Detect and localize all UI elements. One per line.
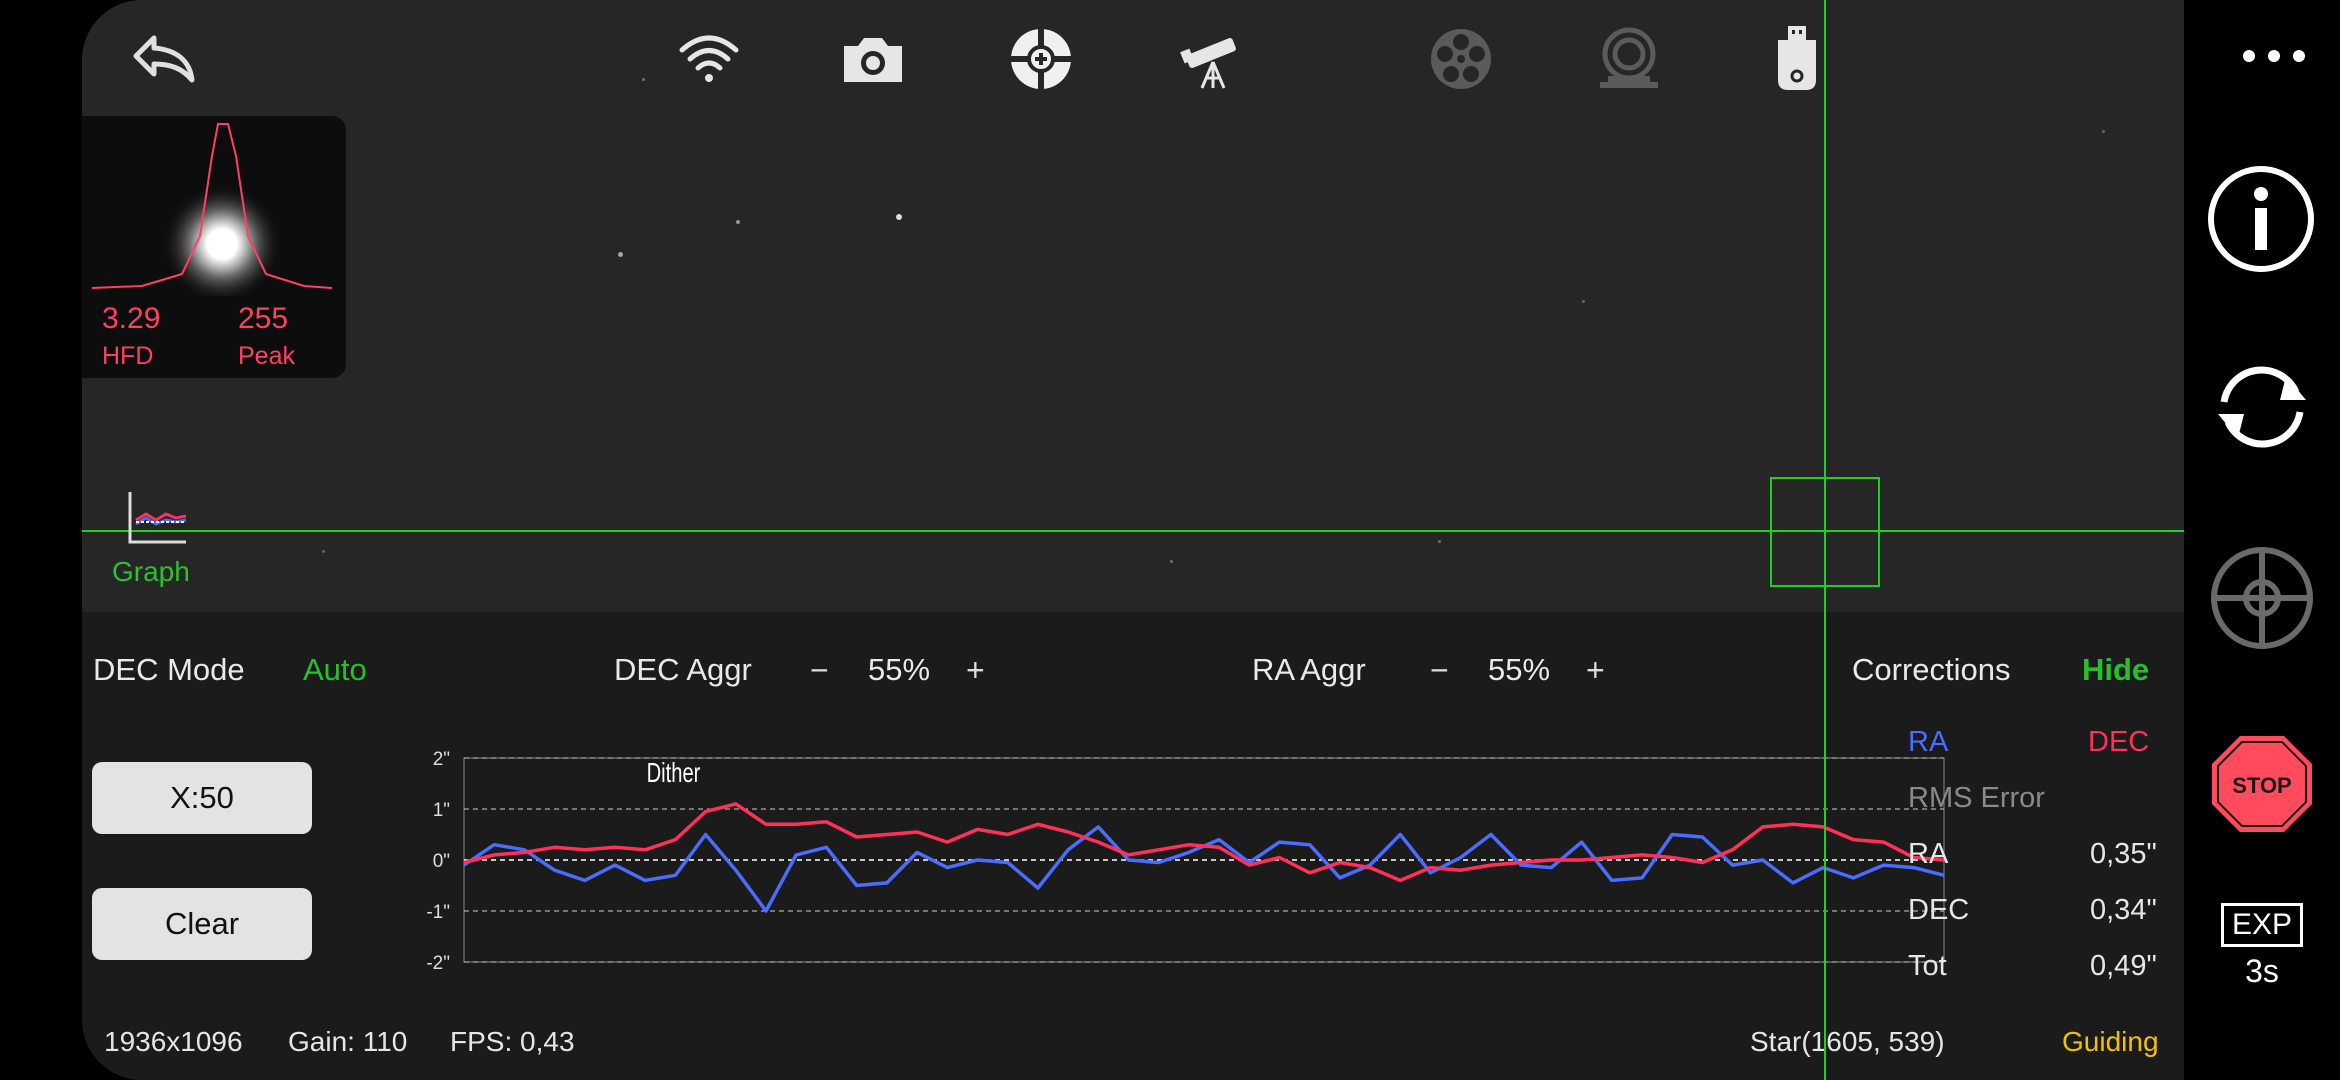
- mount-button[interactable]: [1178, 24, 1248, 94]
- peak-label: Peak: [238, 342, 295, 370]
- dec-aggr-minus-button[interactable]: −: [810, 652, 829, 689]
- more-dots-icon: [2243, 50, 2305, 62]
- peak-value: 255: [238, 302, 289, 335]
- guide-button[interactable]: [1006, 24, 1076, 94]
- phd-guiding-screen: 3.29 HFD 255 Peak Graph DEC Mode Auto DE…: [0, 0, 2340, 1080]
- info-button[interactable]: [2206, 164, 2316, 274]
- crosshair-target-icon: [2211, 547, 2313, 649]
- rms-error-label: RMS Error: [1908, 782, 2045, 814]
- corrections-hide-toggle[interactable]: Hide: [2082, 652, 2149, 688]
- back-icon: [133, 35, 195, 83]
- loop-button[interactable]: [2204, 354, 2320, 460]
- dec-aggr-label: DEC Aggr: [614, 652, 752, 687]
- y-tick-label: 2": [433, 749, 450, 770]
- filter-wheel-icon: [1431, 29, 1491, 89]
- focuser-icon: [1600, 27, 1658, 88]
- star-position-text: Star(1605, 539): [1750, 1026, 1945, 1057]
- guide-target-icon: [1008, 26, 1074, 92]
- star: [322, 550, 325, 553]
- corrections-label: Corrections: [1852, 652, 2011, 687]
- series-line-dec: [463, 802, 1945, 883]
- guide-error-chart: 2" 1" 0" -1" -2" Dither: [426, 749, 1945, 970]
- wifi-button[interactable]: [674, 24, 744, 94]
- dec-aggr-value: 55%: [868, 652, 931, 687]
- star: [736, 220, 740, 224]
- exposure-button[interactable]: EXP 3s: [2214, 894, 2310, 998]
- star-profile-panel[interactable]: 3.29 HFD 255 Peak: [82, 116, 346, 378]
- star: [618, 252, 623, 257]
- dec-mode-value[interactable]: Auto: [303, 652, 367, 688]
- ra-aggr-label: RA Aggr: [1252, 652, 1366, 687]
- tot-rms-value: 0,49": [2090, 950, 2157, 982]
- focuser-button[interactable]: [1594, 24, 1664, 94]
- start-guiding-button[interactable]: [2208, 544, 2316, 652]
- exp-label: EXP: [2220, 902, 2304, 947]
- guiding-status: Guiding: [2062, 1026, 2159, 1057]
- ra-rms-label: RA: [1908, 838, 1949, 870]
- usb-button[interactable]: [1762, 24, 1832, 94]
- star: [1170, 560, 1173, 563]
- usb-drive-icon: [1778, 26, 1816, 90]
- star: [1438, 540, 1441, 543]
- graph-icon: [128, 492, 187, 544]
- resolution-text: 1936x1096: [104, 1026, 243, 1057]
- dec-legend: DEC: [2088, 726, 2150, 758]
- crosshair-vertical: [1824, 0, 1826, 1080]
- hfd-value: 3.29: [102, 302, 161, 335]
- ra-legend: RA: [1908, 726, 1949, 758]
- stop-label: STOP: [2232, 773, 2292, 798]
- camera-icon: [844, 38, 902, 82]
- dec-rms-label: DEC: [1908, 894, 1970, 926]
- camera-viewport: 3.29 HFD 255 Peak Graph DEC Mode Auto DE…: [82, 0, 2184, 1080]
- series-line-ra: [463, 825, 1945, 913]
- ra-rms-value: 0,35": [2090, 838, 2157, 870]
- star: [642, 78, 645, 81]
- stop-button[interactable]: STOP: [2210, 734, 2314, 834]
- dither-annotation: Dither: [647, 758, 701, 789]
- y-tick-label: 1": [433, 800, 450, 821]
- y-tick-label: -2": [426, 953, 450, 970]
- tot-rms-label: Tot: [1908, 950, 1947, 982]
- back-button[interactable]: [130, 24, 200, 94]
- wifi-icon: [679, 35, 739, 82]
- dec-rms-value: 0,34": [2090, 894, 2157, 926]
- x-scale-button[interactable]: X:50: [92, 762, 312, 834]
- y-tick-label: 0": [433, 851, 450, 872]
- exp-value: 3s: [2245, 952, 2279, 989]
- filter-wheel-button[interactable]: [1426, 24, 1496, 94]
- star: [1582, 300, 1585, 303]
- stop-sign-icon: STOP: [2212, 736, 2312, 832]
- ra-aggr-plus-button[interactable]: +: [1586, 652, 1605, 689]
- ra-aggr-minus-button[interactable]: −: [1430, 652, 1449, 689]
- hfd-label: HFD: [102, 342, 154, 370]
- gain-text: Gain: 110: [288, 1026, 408, 1057]
- dec-aggr-plus-button[interactable]: +: [966, 652, 985, 689]
- y-tick-label: -1": [426, 902, 450, 923]
- ra-aggr-value: 55%: [1488, 652, 1551, 687]
- info-icon: [2208, 166, 2314, 272]
- star-profile-plot: [91, 123, 333, 296]
- fps-text: FPS: 0,43: [450, 1026, 575, 1057]
- star: [896, 214, 902, 220]
- loop-icon: [2218, 366, 2306, 448]
- dec-mode-label: DEC Mode: [93, 652, 245, 687]
- clear-button[interactable]: Clear: [92, 888, 312, 960]
- graph-toggle-button[interactable]: Graph: [112, 490, 212, 596]
- camera-button[interactable]: [838, 24, 908, 94]
- star: [2102, 130, 2105, 133]
- more-options-button[interactable]: [2232, 36, 2316, 76]
- graph-label: Graph: [112, 556, 190, 587]
- telescope-icon: [1180, 38, 1236, 89]
